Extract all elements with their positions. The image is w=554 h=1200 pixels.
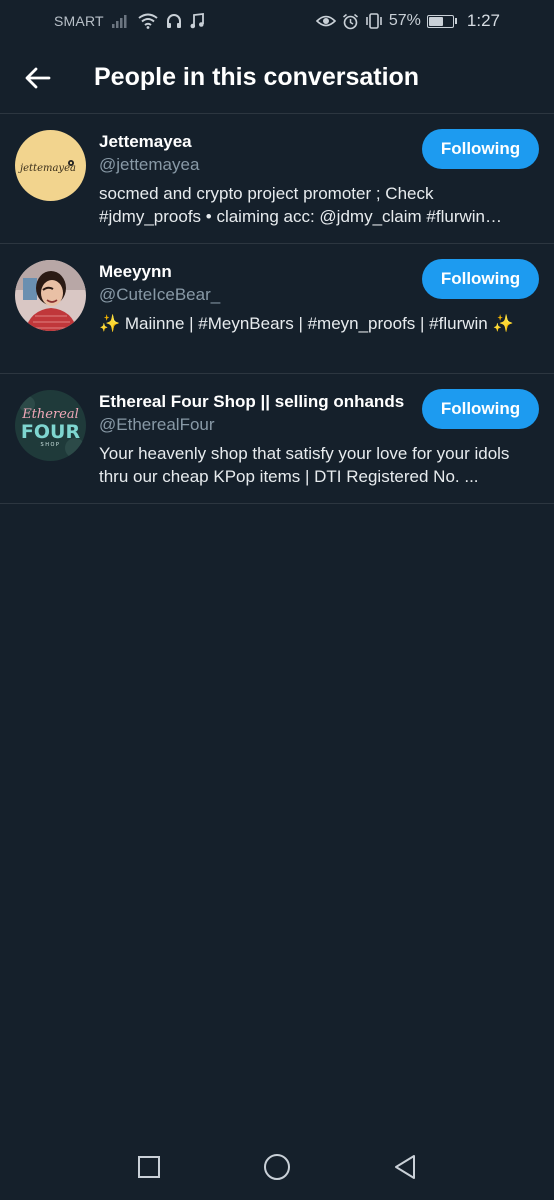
triangle-back-icon	[395, 1155, 415, 1179]
user-row-jettemayea[interactable]: jettemayea Jettemayea @jettemayea socmed…	[0, 114, 554, 244]
user-bio: Your heavenly shop that satisfy your lov…	[99, 444, 510, 486]
avatar[interactable]	[15, 260, 86, 331]
avatar-logo-text-1: Ethereal	[21, 407, 79, 422]
back-button[interactable]	[20, 60, 56, 96]
user-list: jettemayea Jettemayea @jettemayea socmed…	[0, 114, 554, 504]
wifi-icon	[138, 13, 158, 29]
user-name: Meeyynn	[99, 262, 172, 281]
status-time: 1:27	[466, 11, 500, 30]
user-bio: ✨ Maiinne | #MeynBears | #meyn_proofs | …	[99, 314, 514, 333]
following-button[interactable]: Following	[422, 259, 539, 299]
battery-icon	[426, 14, 457, 28]
recents-button[interactable]	[129, 1147, 169, 1187]
arrow-left-icon	[25, 67, 51, 88]
following-button[interactable]: Following	[422, 129, 539, 169]
vibrate-icon	[365, 13, 383, 29]
user-row-etherealfour[interactable]: Ethereal FOUR SHOP Ethereal Four Shop ||…	[0, 374, 554, 504]
battery-tip	[454, 18, 457, 24]
battery-fill	[428, 16, 444, 26]
avatar[interactable]: Ethereal FOUR SHOP	[15, 390, 86, 461]
square-icon	[138, 1156, 160, 1178]
user-bio: socmed and crypto project promoter ; Che…	[99, 184, 486, 226]
headphones-icon	[166, 13, 182, 29]
status-left: SMART	[54, 13, 204, 29]
avatar-logo-text: jettemayea	[18, 163, 76, 174]
system-nav-bar	[0, 1134, 554, 1200]
user-name: Jettemayea	[99, 132, 192, 151]
alarm-icon	[342, 13, 359, 30]
avatar-logo-text-3: SHOP	[41, 442, 61, 448]
back-nav-button[interactable]	[385, 1147, 425, 1187]
signal-icon	[111, 14, 130, 28]
home-button[interactable]	[257, 1147, 297, 1187]
battery-percent: 57%	[388, 12, 421, 29]
user-name: Ethereal Four Shop || selling onhands	[99, 392, 405, 411]
circle-icon	[264, 1154, 290, 1180]
avatar[interactable]: jettemayea	[15, 130, 86, 201]
music-icon	[190, 13, 204, 29]
following-button[interactable]: Following	[422, 389, 539, 429]
header: People in this conversation	[0, 42, 554, 114]
carrier-label: SMART	[54, 13, 104, 29]
eye-icon	[315, 14, 336, 28]
screen: SMART 57% 1:27 People in this conversati…	[0, 0, 554, 1200]
user-row-meeyynn[interactable]: Meeyynn @CuteIceBear_ ✨ Maiinne | #MeynB…	[0, 244, 554, 374]
battery-body	[426, 14, 454, 28]
avatar-logo-text-2: FOUR	[21, 421, 81, 443]
status-right: 57% 1:27	[315, 11, 500, 31]
page-title: People in this conversation	[94, 63, 420, 91]
status-bar: SMART 57% 1:27	[0, 0, 554, 42]
